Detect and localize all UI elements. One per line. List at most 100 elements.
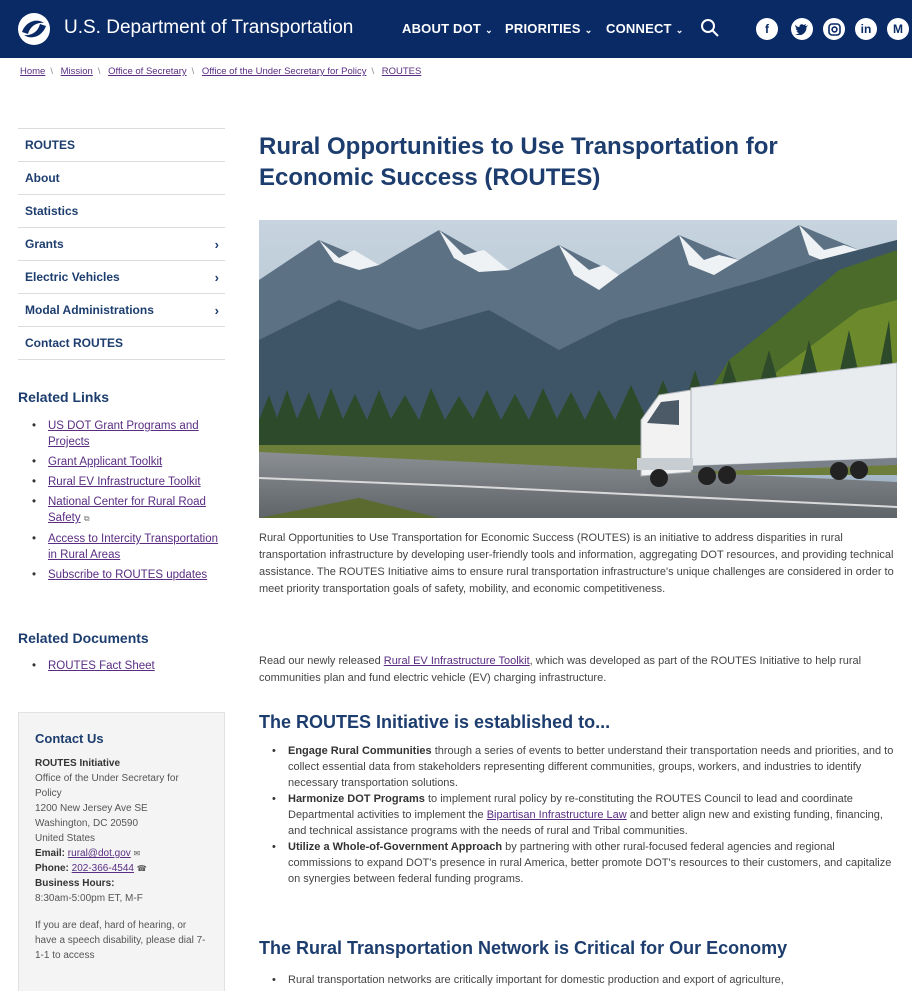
page-title: Rural Opportunities to Use Transportatio… [259,133,778,191]
contact-phone-row: Phone: 202-366-4544 ☎ [35,861,208,876]
toolkit-paragraph: Read our newly released Rural EV Infrast… [259,653,899,687]
list-item-title: Harmonize DOT Programs [288,793,425,805]
breadcrumb-separator: \ [371,66,375,77]
related-links-heading: Related Links [18,389,110,405]
sidebar-item-about[interactable]: About [18,162,225,195]
intro-paragraph: Rural Opportunities to Use Transportatio… [259,532,894,595]
nav-about-dot[interactable]: ABOUT DOT ⌄ [402,21,493,36]
instagram-icon[interactable] [823,18,845,40]
related-link[interactable]: Rural EV Infrastructure Toolkit [48,476,201,488]
contact-country: United States [35,833,96,844]
phone-link[interactable]: 202-366-4544 [72,863,134,874]
breadcrumb-routes[interactable]: ROUTES [382,66,422,77]
twitter-icon[interactable] [791,18,813,40]
external-link-icon: ⧉ [83,514,90,523]
list-item-text: Rural transportation networks are critic… [288,974,784,986]
contact-city: Washington, DC 20590 [35,818,139,829]
sidebar-item-modal-administrations[interactable]: Modal Administrations › [18,294,225,327]
list-item: Rural transportation networks are critic… [272,972,900,988]
contact-office: Office of the Under Secretary for Policy [35,773,179,799]
related-link[interactable]: Subscribe to ROUTES updates [48,569,207,581]
sidebar-item-label: Contact ROUTES [25,336,124,350]
toolkit-link[interactable]: Rural EV Infrastructure Toolkit [384,655,530,667]
list-item: US DOT Grant Programs and Projects [30,418,230,450]
related-document-link[interactable]: ROUTES Fact Sheet [48,660,155,672]
list-item: Rural EV Infrastructure Toolkit [30,474,230,490]
sidebar-nav: ROUTES About Statistics Grants › Electric… [18,128,225,360]
related-link[interactable]: Grant Applicant Toolkit [48,456,162,468]
sidebar-item-label: Grants [25,237,64,251]
list-item: Access to Intercity Transportation in Ru… [30,531,230,563]
list-item: Engage Rural Communities through a serie… [272,743,900,791]
contact-org: ROUTES Initiative [35,758,121,769]
toolkit-text: Read our newly released [259,655,384,667]
sidebar-item-contact-routes[interactable]: Contact ROUTES [18,327,225,360]
facebook-icon[interactable]: f [756,18,778,40]
related-link[interactable]: US DOT Grant Programs and Projects [48,420,199,448]
section-heading-network: The Rural Transportation Network is Crit… [259,938,788,958]
sidebar-item-label: Modal Administrations [25,303,154,317]
sidebar-item-label: About [25,171,60,185]
mail-icon: ✉ [133,849,141,858]
list-item-title: Utilize a Whole-of-Government Approach [288,841,503,853]
chevron-right-icon[interactable]: › [215,303,219,318]
breadcrumb-separator: \ [191,66,195,77]
contact-box: Contact Us ROUTES Initiative Office of t… [18,712,225,991]
email-label: Email: [35,848,66,859]
chevron-down-icon: ⌄ [584,25,593,35]
contact-street: 1200 New Jersey Ave SE [35,803,148,814]
breadcrumb-mission[interactable]: Mission [61,66,93,77]
phone-icon: ☎ [136,864,147,873]
linkedin-icon[interactable]: in [855,18,877,40]
list-item: ROUTES Fact Sheet [30,658,230,674]
list-item: National Center for Rural Road Safety ⧉ [30,494,230,527]
chevron-right-icon[interactable]: › [215,270,219,285]
sidebar-item-label: Statistics [25,204,79,218]
hero-image [259,220,897,518]
contact-email-row: Email: rural@dot.gov ✉ [35,846,208,861]
breadcrumb-under-secretary[interactable]: Office of the Under Secretary for Policy [202,66,367,77]
related-links-list: US DOT Grant Programs and Projects Grant… [30,418,230,587]
breadcrumb-separator: \ [50,66,53,77]
search-icon[interactable] [699,17,721,39]
hours-label: Business Hours: [35,878,115,889]
email-link[interactable]: rural@dot.gov [68,848,131,859]
sidebar-item-electric-vehicles[interactable]: Electric Vehicles › [18,261,225,294]
chevron-down-icon: ⌄ [485,25,493,35]
nav-label: PRIORITIES [505,21,581,36]
nav-priorities[interactable]: PRIORITIES ⌄ [505,21,592,36]
list-item: Harmonize DOT Programs to implement rura… [272,791,900,839]
list-item: Subscribe to ROUTES updates [30,567,230,583]
related-documents-heading: Related Documents [18,630,149,646]
initiative-list: Engage Rural Communities through a serie… [272,743,900,887]
sidebar-item-statistics[interactable]: Statistics [18,195,225,228]
breadcrumb-office-of-secretary[interactable]: Office of Secretary [108,66,187,77]
list-item: Grant Applicant Toolkit [30,454,230,470]
chevron-right-icon[interactable]: › [215,237,219,252]
nav-label: CONNECT [606,21,672,36]
sidebar-item-label: Electric Vehicles [25,270,120,284]
sidebar-item-label: ROUTES [25,138,76,152]
related-link[interactable]: National Center for Rural Road Safety [48,496,206,524]
nav-label: ABOUT DOT [402,21,482,36]
deaf-note: If you are deaf, hard of hearing, or hav… [35,920,206,961]
sidebar-item-routes[interactable]: ROUTES [18,129,225,162]
medium-icon[interactable]: M [887,18,909,40]
list-item-title: Engage Rural Communities [288,745,432,757]
hours-value: 8:30am-5:00pm ET, M-F [35,893,143,904]
list-item: Utilize a Whole-of-Government Approach b… [272,839,900,887]
network-list: Rural transportation networks are critic… [272,972,900,988]
breadcrumb: Home \ Mission \ Office of Secretary \ Offi… [20,66,421,77]
chevron-down-icon: ⌄ [675,25,684,35]
site-header: U.S. Department of Transportation ABOUT … [0,0,912,58]
section-heading-initiative: The ROUTES Initiative is established to.… [259,712,611,732]
bipartisan-infrastructure-law-link[interactable]: Bipartisan Infrastructure Law [487,809,627,821]
contact-heading: Contact Us [35,731,104,746]
nav-connect[interactable]: CONNECT ⌄ [606,21,683,36]
site-title[interactable]: U.S. Department of Transportation [64,17,353,39]
related-link[interactable]: Access to Intercity Transportation in Ru… [48,533,218,561]
sidebar-item-grants[interactable]: Grants › [18,228,225,261]
breadcrumb-home[interactable]: Home [20,66,45,77]
dot-logo-icon[interactable] [17,12,51,46]
breadcrumb-separator: \ [97,66,101,77]
